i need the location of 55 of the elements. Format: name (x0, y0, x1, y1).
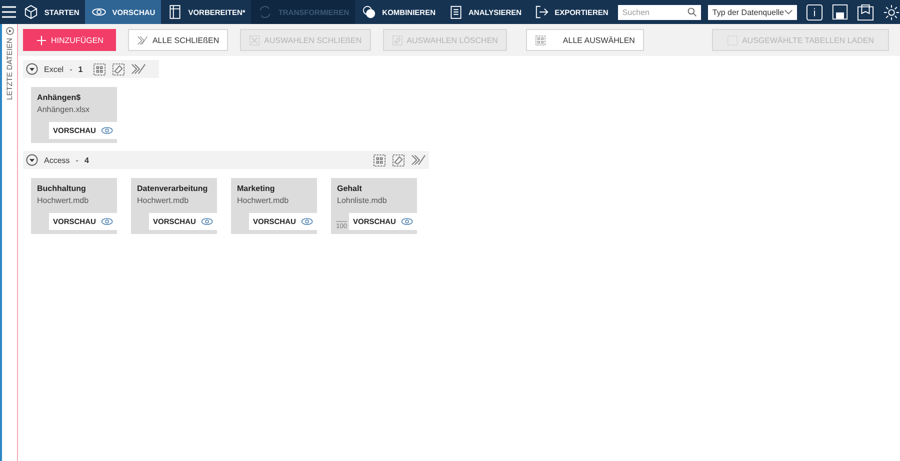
file-name: Hochwert.mdb (237, 196, 290, 205)
eye-icon (100, 126, 113, 135)
plus-icon (36, 34, 47, 46)
eye-icon (400, 217, 413, 226)
select-all-icon[interactable] (92, 62, 106, 76)
group-count: 4 (84, 156, 89, 164)
export-icon (534, 4, 550, 20)
info-icon (806, 4, 823, 20)
clipboard-icon (448, 4, 464, 20)
close-all-icon (137, 34, 148, 46)
table-name: Anhängen$ (37, 93, 82, 102)
separator-text: - (76, 156, 78, 164)
eye-icon (200, 217, 213, 226)
table-name: Gehalt (337, 184, 363, 193)
toolbar-button[interactable]: HINZUFÜGEN (23, 29, 116, 51)
save-button[interactable] (832, 4, 848, 20)
eraser-icon[interactable] (392, 154, 405, 166)
circles-icon (361, 4, 378, 20)
search-field[interactable]: Suchen (618, 4, 702, 20)
chevron-down-icon (26, 154, 38, 166)
separator-text: - (70, 64, 72, 74)
close-selected-icon (249, 34, 260, 46)
book-icon (857, 4, 874, 20)
group-name: Excel (44, 64, 64, 74)
cube-icon (23, 4, 40, 20)
save-icon (832, 4, 848, 20)
group-count: 1 (78, 64, 83, 74)
select-all-icon[interactable] (373, 154, 386, 166)
table-name: Datenverarbeitung (137, 184, 209, 193)
group-name: Access (44, 156, 70, 164)
eye-icon (300, 217, 313, 226)
help-button[interactable] (857, 4, 874, 20)
file-name: Hochwert.mdb (137, 196, 190, 205)
eye-icon (100, 217, 113, 226)
file-name: Lohnliste.mdb (337, 196, 388, 205)
source-type-dropdown[interactable]: Typ der Datenquelle (708, 4, 797, 20)
menu-icon (2, 6, 16, 18)
collapse-button[interactable] (26, 154, 38, 166)
search-icon (687, 7, 698, 17)
toolbar-button[interactable]: ALLE SCHLIEßEN (128, 29, 228, 51)
expand-icon[interactable] (6, 27, 14, 35)
table-name: Buchhaltung (37, 184, 87, 193)
file-name: Anhängen.xlsx (37, 105, 90, 114)
info-button[interactable] (806, 4, 823, 20)
toolbar-button[interactable]: ALLE AUSWÄHLEN (526, 29, 644, 51)
chevron-down-icon (26, 63, 38, 75)
eraser-icon[interactable] (112, 62, 125, 76)
close-all-icon[interactable] (130, 62, 146, 74)
close-all-icon[interactable] (411, 154, 426, 166)
file-name: Hochwert.mdb (37, 196, 90, 205)
table-name: Marketing (237, 184, 276, 193)
eraser-icon (392, 34, 403, 46)
chevron-down-icon (784, 9, 793, 15)
select-all-icon (534, 34, 546, 46)
collapse-button[interactable] (26, 63, 38, 75)
